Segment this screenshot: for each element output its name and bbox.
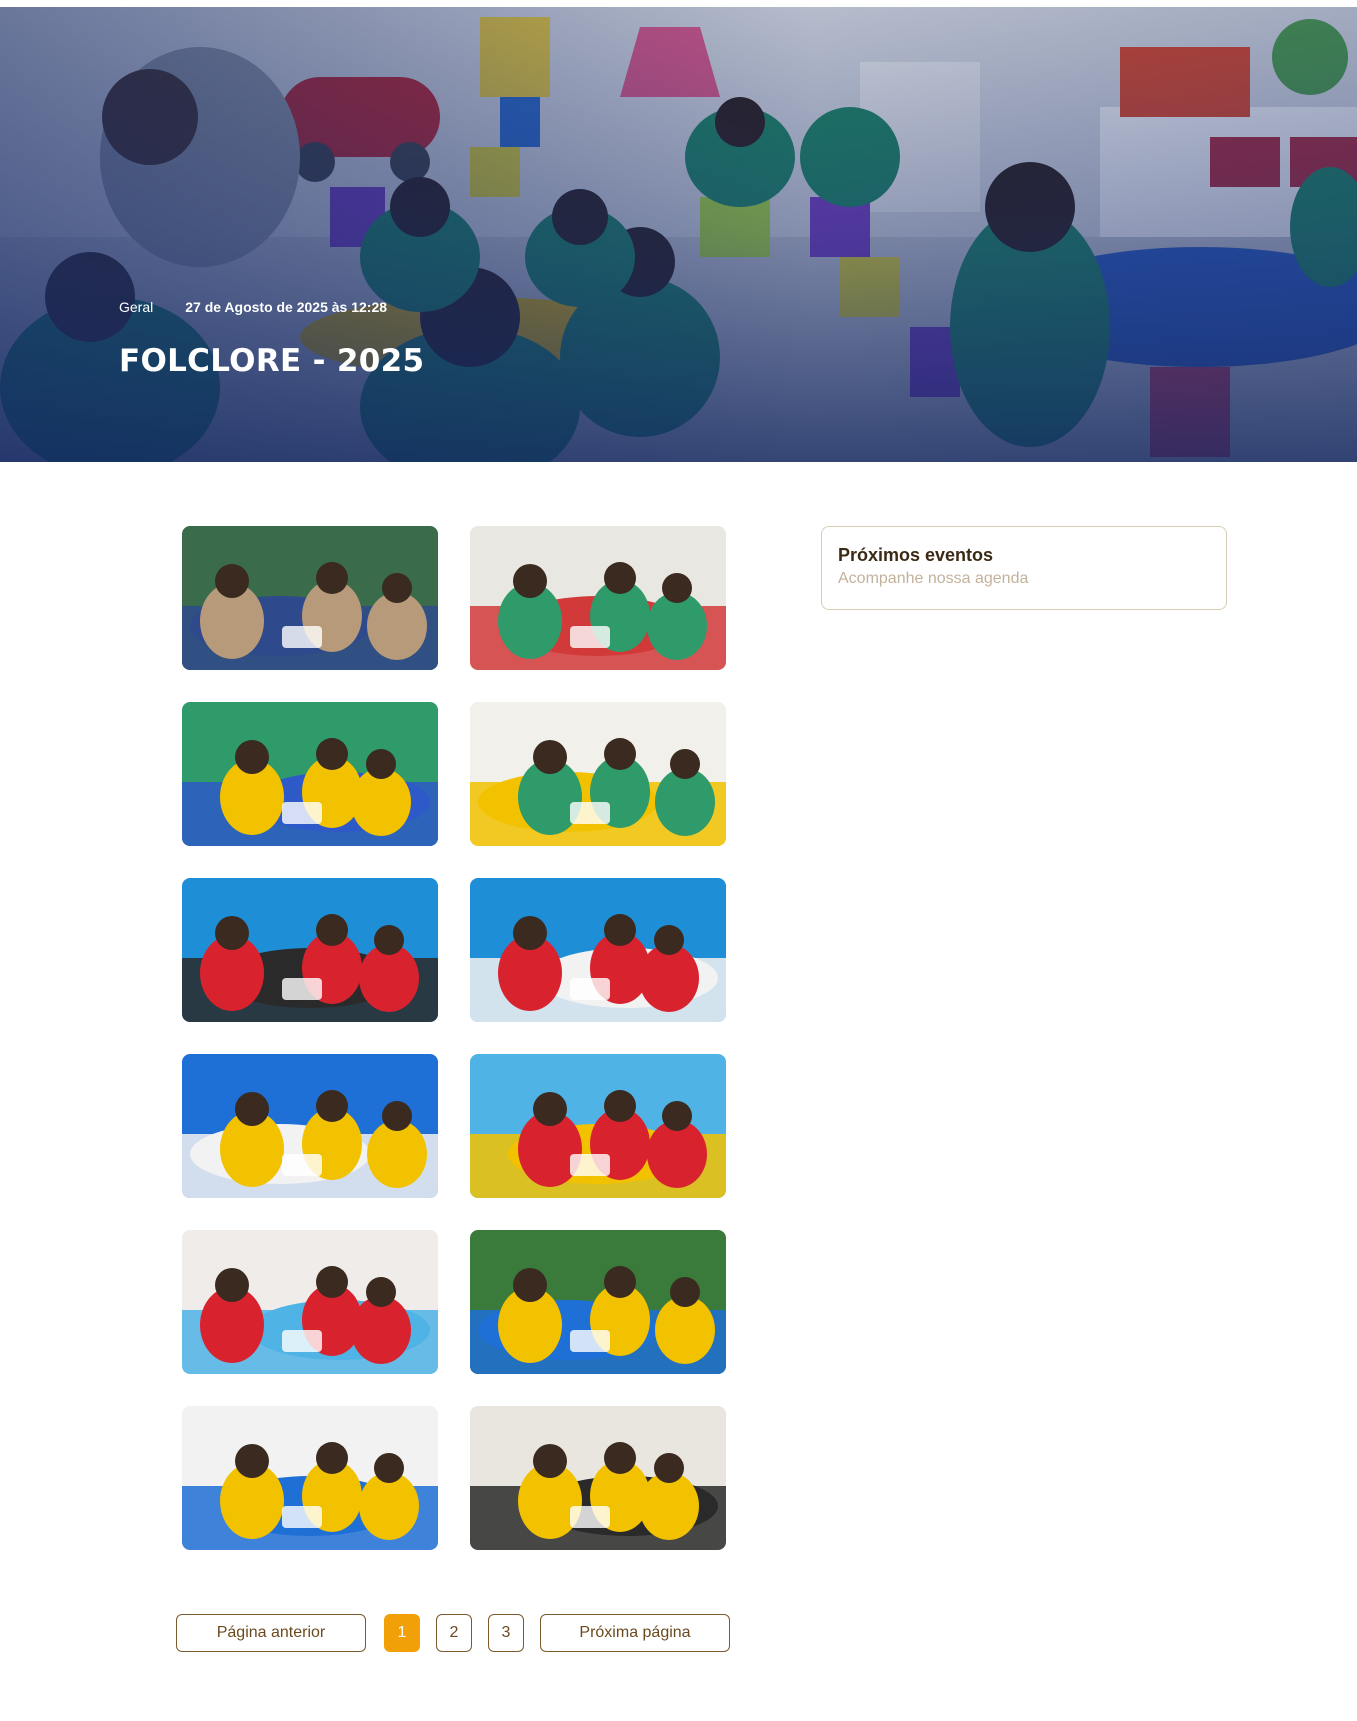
gallery-photo-image — [182, 1230, 438, 1374]
gallery-photo[interactable] — [470, 1406, 726, 1550]
post-date: 27 de Agosto de 2025 às 12:28 — [185, 299, 388, 315]
gallery-photo[interactable] — [182, 1054, 438, 1198]
page-1-button[interactable]: 1 — [384, 1614, 420, 1652]
gallery-photo-image — [470, 878, 726, 1022]
gallery-photo-image — [182, 702, 438, 846]
gallery-photo-image — [182, 1054, 438, 1198]
gallery-photo[interactable] — [182, 1230, 438, 1374]
post-meta: Geral 27 de Agosto de 2025 às 12:28 — [119, 299, 387, 315]
gallery-photo[interactable] — [182, 526, 438, 670]
gallery-photo-image — [182, 526, 438, 670]
pagination: Página anterior 1 2 3 Próxima página — [176, 1614, 730, 1652]
gallery-photo-image — [470, 702, 726, 846]
hero-overlay — [0, 7, 1357, 462]
gallery-photo[interactable] — [182, 702, 438, 846]
gallery-photo-image — [470, 1406, 726, 1550]
gallery-photo[interactable] — [470, 1054, 726, 1198]
gallery-photo[interactable] — [470, 1230, 726, 1374]
gallery-photo[interactable] — [470, 702, 726, 846]
post-category[interactable]: Geral — [119, 299, 153, 315]
gallery-photo-image — [470, 1230, 726, 1374]
upcoming-events-card[interactable]: Próximos eventos Acompanhe nossa agenda — [821, 526, 1227, 610]
gallery-photo-image — [470, 526, 726, 670]
gallery-photo[interactable] — [470, 878, 726, 1022]
gallery-photo-image — [182, 878, 438, 1022]
events-subtitle: Acompanhe nossa agenda — [838, 570, 1029, 587]
top-strip — [0, 0, 1357, 7]
page-title: FOLCLORE - 2025 — [119, 343, 425, 379]
gallery-photo[interactable] — [182, 1406, 438, 1550]
previous-page-button[interactable]: Página anterior — [176, 1614, 366, 1652]
hero-banner: Geral 27 de Agosto de 2025 às 12:28 FOLC… — [0, 7, 1357, 462]
gallery-photo-image — [182, 1406, 438, 1550]
next-page-button[interactable]: Próxima página — [540, 1614, 730, 1652]
events-title: Próximos eventos — [838, 545, 994, 565]
gallery-photo[interactable] — [470, 526, 726, 670]
page-2-button[interactable]: 2 — [436, 1614, 472, 1652]
page-3-button[interactable]: 3 — [488, 1614, 524, 1652]
gallery-photo[interactable] — [182, 878, 438, 1022]
gallery-photo-image — [470, 1054, 726, 1198]
